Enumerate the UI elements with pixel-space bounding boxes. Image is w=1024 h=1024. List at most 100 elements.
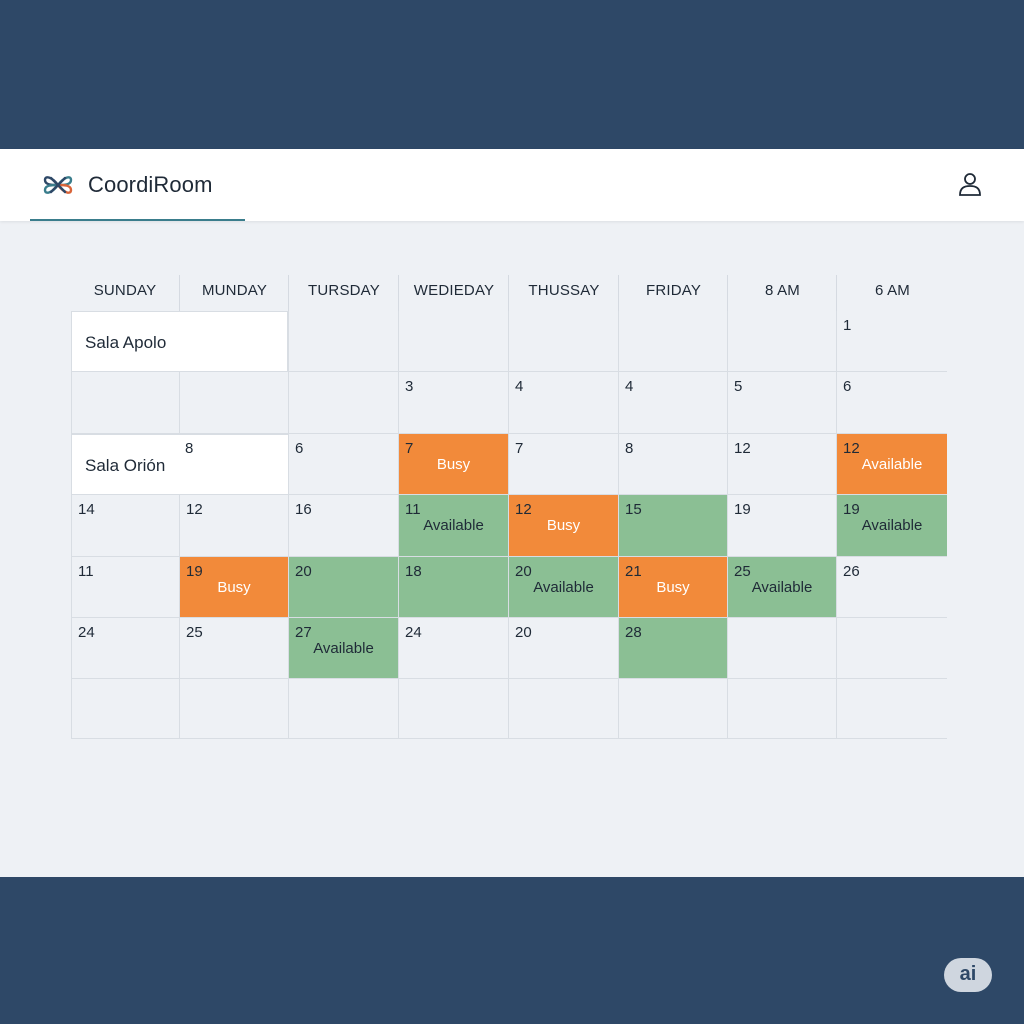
day-number: 4 <box>625 378 634 395</box>
day-number: 6 <box>295 440 304 457</box>
day-number: 5 <box>734 378 743 395</box>
calendar-cell[interactable]: 4 <box>508 372 618 434</box>
day-number: 12 <box>515 501 532 518</box>
app-header: CoordiRoom <box>0 149 1024 221</box>
calendar-cell[interactable] <box>836 679 947 739</box>
room-label-sala-apolo[interactable]: Sala Apolo <box>71 311 288 372</box>
day-header-wedieday: WEDIEDAY <box>398 275 509 311</box>
calendar-cell[interactable]: 25 Available <box>727 557 836 618</box>
calendar-cell[interactable]: 16 <box>288 495 398 557</box>
calendar-cell[interactable] <box>398 311 508 372</box>
calendar-cell[interactable]: 15 <box>618 495 727 557</box>
available-status: Available <box>751 579 813 596</box>
day-number: 11 <box>405 501 421 518</box>
room-name: Sala Apolo <box>85 333 167 352</box>
day-number: 24 <box>405 624 422 641</box>
day-header-8-am: 8 AM <box>727 275 837 311</box>
calendar-cell[interactable]: 12 <box>727 434 836 495</box>
calendar-cell[interactable] <box>836 618 947 679</box>
calendar-cell[interactable]: 12 <box>179 495 288 557</box>
calendar-cell[interactable] <box>508 311 618 372</box>
user-icon[interactable] <box>958 171 982 197</box>
calendar-cell[interactable]: 20 Available <box>508 557 618 618</box>
calendar-grid: 1 3 4 4 5 6 8 6 7 Busy 7 8 12 12 Available 14 12 16 11 Avai… <box>71 311 947 739</box>
day-number: 21 <box>625 563 642 580</box>
calendar-cell[interactable] <box>727 618 836 679</box>
brand[interactable]: CoordiRoom <box>40 167 213 203</box>
day-number: 7 <box>405 440 414 457</box>
available-status: Available <box>313 640 374 657</box>
calendar-cell[interactable]: 11 <box>71 557 179 618</box>
calendar-cell[interactable]: 11 Available <box>398 495 508 557</box>
calendar-cell[interactable]: 19 Available <box>836 495 947 557</box>
calendar-cell[interactable]: 28 <box>618 618 727 679</box>
calendar-cell[interactable]: 24 <box>71 618 179 679</box>
calendar-cell[interactable]: 24 <box>398 618 508 679</box>
calendar-cell[interactable] <box>727 311 836 372</box>
available-status: Available <box>861 517 923 534</box>
day-number: 19 <box>734 501 751 518</box>
day-number: 25 <box>734 563 751 580</box>
room-name: Sala Orión <box>85 456 166 475</box>
calendar-cell[interactable] <box>508 679 618 739</box>
calendar-cell[interactable]: 12 Available <box>836 434 947 495</box>
day-number: 14 <box>78 501 95 518</box>
day-number: 27 <box>295 624 312 641</box>
day-number: 8 <box>625 440 634 457</box>
calendar-cell[interactable] <box>288 679 398 739</box>
day-number: 24 <box>78 624 95 641</box>
calendar-cell[interactable]: 19 <box>727 495 836 557</box>
day-number: 11 <box>78 563 94 580</box>
day-header-friday: FRIDAY <box>618 275 728 311</box>
calendar-cell[interactable] <box>71 372 179 434</box>
calendar-cell[interactable]: 21 Busy <box>618 557 727 618</box>
available-status: Available <box>533 579 594 596</box>
calendar-cell[interactable]: 20 <box>288 557 398 618</box>
day-number: 19 <box>186 563 203 580</box>
day-number: 6 <box>843 378 852 395</box>
calendar-cell[interactable]: 7 Busy <box>398 434 508 495</box>
calendar-cell[interactable]: 7 <box>508 434 618 495</box>
calendar-cell[interactable] <box>71 679 179 739</box>
calendar-cell[interactable]: 8 <box>618 434 727 495</box>
calendar-cell[interactable]: 6 <box>836 372 947 434</box>
calendar-cell[interactable]: 3 <box>398 372 508 434</box>
calendar-cell[interactable]: 27 Available <box>288 618 398 679</box>
calendar-cell[interactable]: 14 <box>71 495 179 557</box>
day-number: 4 <box>515 378 524 395</box>
busy-status: Busy <box>656 579 690 596</box>
calendar-cell[interactable]: 4 <box>618 372 727 434</box>
calendar-cell[interactable]: 12 Busy <box>508 495 618 557</box>
calendar-cell[interactable] <box>288 372 398 434</box>
day-header-sunday: SUNDAY <box>93 282 157 299</box>
calendar-cell[interactable] <box>618 679 727 739</box>
day-number: 20 <box>295 563 312 580</box>
calendar-cell[interactable]: 6 <box>288 434 398 495</box>
calendar-cell[interactable] <box>288 311 398 372</box>
calendar-cell[interactable]: 1 <box>836 311 947 372</box>
calendar-cell[interactable] <box>727 679 836 739</box>
calendar-cell[interactable]: 8 <box>179 434 288 495</box>
day-headers: SUNDAY MUNDAY TURSDAY WEDIEDAY THUSSAY FRIDAY… <box>71 275 947 311</box>
day-number: 3 <box>405 378 414 395</box>
calendar-cell[interactable]: 18 <box>398 557 508 618</box>
calendar-cell[interactable] <box>618 311 727 372</box>
calendar-cell[interactable] <box>179 679 288 739</box>
day-header-6-am: 6 AM <box>836 275 948 311</box>
day-number: 26 <box>843 563 860 580</box>
day-header-munday: MUNDAY <box>179 275 289 311</box>
day-number: 19 <box>843 501 860 518</box>
active-tab-indicator <box>30 219 245 221</box>
calendar-cell[interactable]: 25 <box>179 618 288 679</box>
day-number: 28 <box>625 624 642 641</box>
calendar-cell[interactable]: 19 Busy <box>179 557 288 618</box>
calendar-cell[interactable]: 26 <box>836 557 947 618</box>
calendar-cell[interactable] <box>398 679 508 739</box>
knot-logo-icon <box>43 176 73 194</box>
calendar-cell[interactable]: 20 <box>508 618 618 679</box>
calendar-cell[interactable]: 5 <box>727 372 836 434</box>
busy-status: Busy <box>546 517 581 534</box>
busy-status: Busy <box>217 579 251 596</box>
day-number: 12 <box>186 501 203 518</box>
calendar-cell[interactable] <box>179 372 288 434</box>
